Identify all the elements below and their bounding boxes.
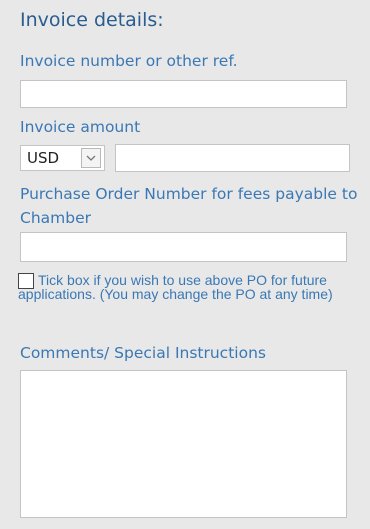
comments-textarea[interactable] <box>20 370 347 518</box>
invoice-amount-input[interactable] <box>115 144 350 172</box>
currency-value: USD <box>27 149 60 167</box>
invoice-amount-label: Invoice amount <box>20 118 141 136</box>
invoice-ref-input[interactable] <box>20 80 347 108</box>
po-reuse-checkbox[interactable] <box>18 273 34 289</box>
chevron-down-icon[interactable] <box>81 148 101 168</box>
po-number-input[interactable] <box>20 232 347 262</box>
comments-label: Comments/ Special Instructions <box>20 344 266 362</box>
po-checkbox-label: Tick box if you wish to use above PO for… <box>18 272 333 302</box>
invoice-details-panel: Invoice details: Invoice number or other… <box>0 0 370 529</box>
po-label: Purchase Order Number for fees payable t… <box>20 185 358 227</box>
section-title: Invoice details: <box>20 9 164 31</box>
currency-select[interactable]: USD <box>20 145 105 171</box>
invoice-ref-label: Invoice number or other ref. <box>20 52 238 70</box>
